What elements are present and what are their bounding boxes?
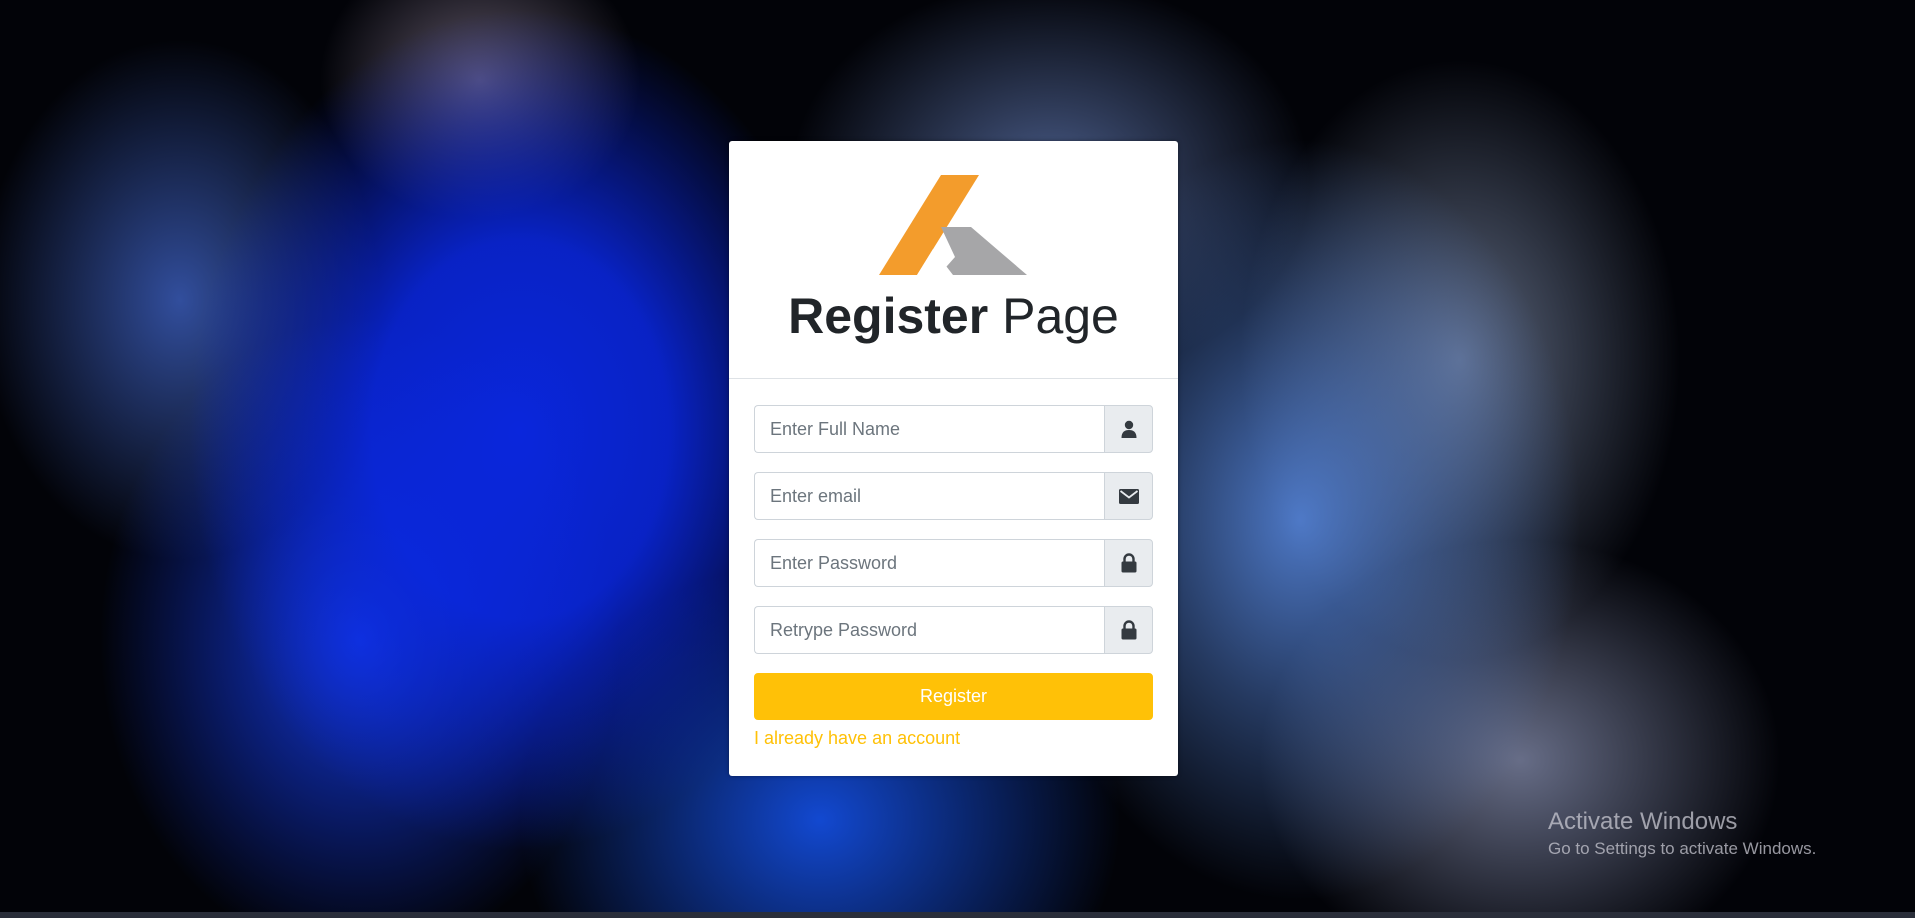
full-name-input[interactable]	[754, 405, 1104, 453]
page-title: Register Page	[729, 291, 1178, 341]
password-input[interactable]	[754, 539, 1104, 587]
full-name-group	[754, 405, 1153, 453]
watermark-title: Activate Windows	[1548, 808, 1738, 835]
full-name-addon	[1104, 405, 1153, 453]
logo	[879, 175, 1027, 275]
envelope-icon	[1118, 488, 1139, 504]
password-group	[754, 539, 1153, 587]
page-title-bold: Register	[788, 288, 989, 344]
lock-icon	[1121, 553, 1136, 573]
register-card: Register Page Enter Full Name Enter emai…	[729, 141, 1178, 776]
retype-password-input[interactable]	[754, 606, 1104, 654]
lock-icon	[1121, 620, 1136, 640]
card-body: Register I already have an account	[729, 379, 1178, 749]
email-group	[754, 472, 1153, 520]
taskbar-strip	[0, 912, 1915, 918]
page-title-light: Page	[1002, 288, 1119, 344]
retype-password-group	[754, 606, 1153, 654]
retype-password-addon	[1104, 606, 1153, 654]
password-addon	[1104, 539, 1153, 587]
user-icon	[1121, 420, 1136, 438]
register-button[interactable]: Register	[754, 673, 1153, 720]
email-addon	[1104, 472, 1153, 520]
login-link[interactable]: I already have an account	[754, 728, 960, 749]
email-input[interactable]	[754, 472, 1104, 520]
card-header: Register Page	[729, 141, 1178, 379]
activate-windows-watermark: Activate Windows Go to Settings to activ…	[1548, 808, 1816, 860]
watermark-subtitle: Go to Settings to activate Windows.	[1548, 839, 1817, 858]
